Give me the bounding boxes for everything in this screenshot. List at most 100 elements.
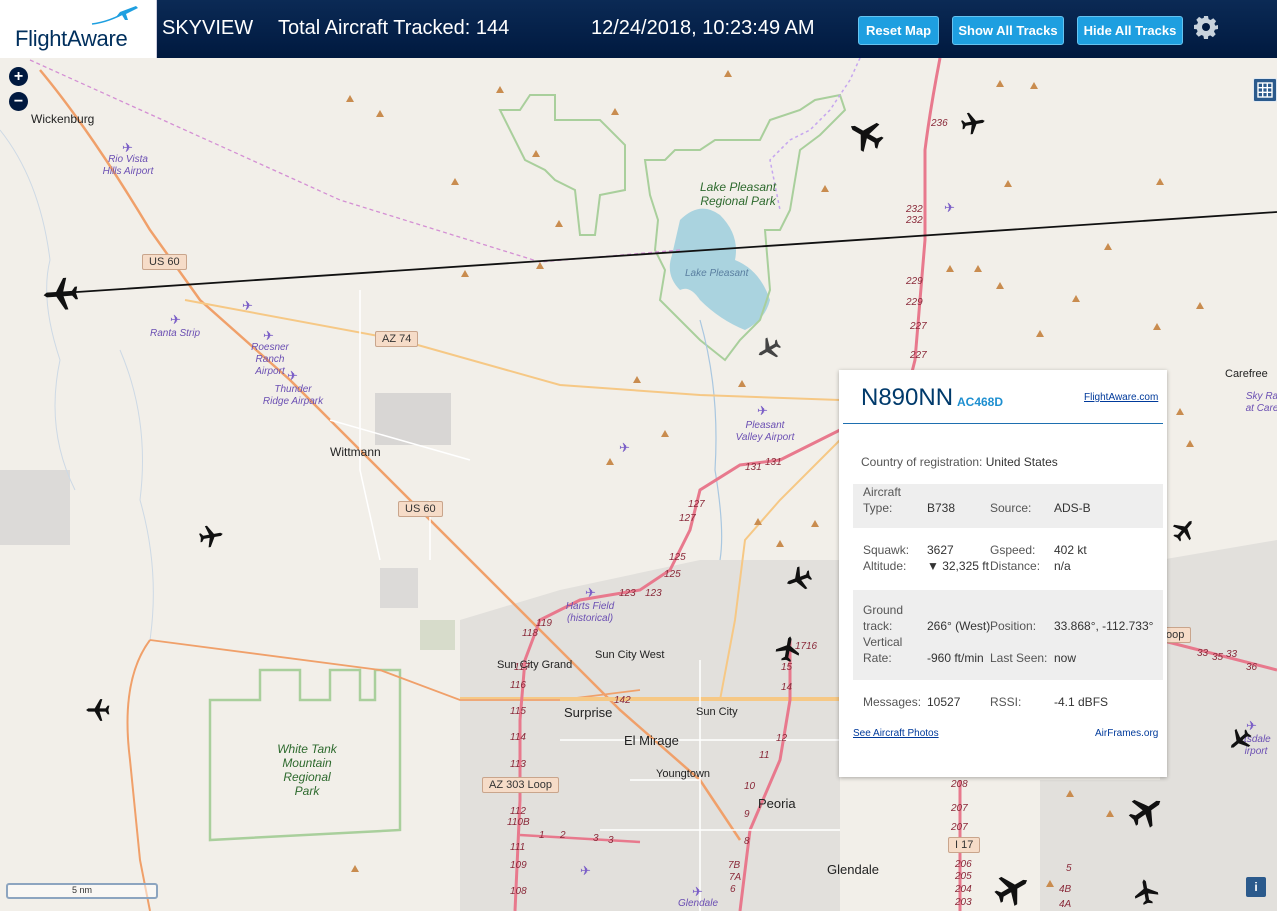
- exit-number: 112: [510, 806, 526, 817]
- exit-number: 4A: [1059, 899, 1072, 910]
- exit-number: 108: [510, 886, 527, 897]
- exit-number: 12: [776, 733, 788, 744]
- airport-icon: ✈: [122, 140, 133, 155]
- route-shield: AZ 303 Loop: [482, 777, 559, 793]
- logo-text: FlightAware: [15, 26, 128, 51]
- grid-icon[interactable]: [1253, 78, 1277, 102]
- aircraft-marker[interactable]: [1132, 878, 1160, 906]
- timestamp: 12/24/2018, 10:23:49 AM: [591, 17, 815, 39]
- route-shield: I 17: [948, 837, 981, 853]
- exit-number: 110B: [507, 817, 530, 828]
- gspeed-label: Gspeed:: [990, 543, 1036, 557]
- scale-bar: 5 nm: [6, 883, 158, 899]
- aircraft-marker-selected[interactable]: [42, 275, 80, 313]
- hide-all-tracks-button[interactable]: Hide All Tracks: [1077, 16, 1183, 45]
- exit-number: 15: [781, 662, 793, 673]
- place-label: Wickenburg: [31, 112, 95, 126]
- zoom-out-button[interactable]: −: [9, 92, 28, 111]
- exit-number: 115: [510, 706, 526, 717]
- place-label: Sun City West: [595, 649, 665, 661]
- zoom-in-button[interactable]: +: [9, 67, 28, 86]
- exit-number: 114: [510, 732, 526, 743]
- rssi-label: RSSI:: [990, 695, 1022, 709]
- airport-label: Pleasant Valley Airport: [735, 420, 795, 443]
- aircraft-marker[interactable]: [85, 697, 111, 723]
- exit-number: 4B: [1059, 884, 1072, 895]
- aircraft-marker[interactable]: [198, 523, 224, 549]
- exit-number: 3: [608, 835, 614, 846]
- exit-number: 116: [510, 680, 526, 691]
- airport-label: Rio Vista Hills Airport: [102, 154, 154, 177]
- divider: [843, 423, 1163, 424]
- airport-icon: ✈: [287, 368, 298, 383]
- aircraft-marker[interactable]: [1127, 792, 1165, 830]
- exit-number: 125: [669, 552, 686, 563]
- logo[interactable]: FlightAware: [0, 0, 157, 58]
- place-label: Surprise: [564, 705, 613, 720]
- exit-number: 10: [744, 781, 756, 792]
- gear-icon[interactable]: [1194, 15, 1218, 39]
- messages-value: 10527: [927, 695, 961, 709]
- last-seen-value: now: [1054, 651, 1077, 665]
- aircraft-marker[interactable]: [756, 336, 782, 362]
- exit-number: 7A: [729, 872, 742, 883]
- airport-label: Sky Ra at Care: [1245, 391, 1277, 414]
- exit-number: 131: [765, 457, 782, 468]
- exit-number: 232: [906, 215, 923, 226]
- altitude-value: ▼ 32,325 ft: [927, 559, 989, 573]
- exit-number: 11: [759, 750, 770, 761]
- exit-number: 6: [730, 884, 736, 895]
- airport-icon: ✈: [585, 585, 596, 600]
- airport-icon: ✈: [580, 863, 591, 878]
- exit-number: 1: [539, 830, 545, 841]
- popup-row: Messages: 10527 RSSI: -4.1 dBFS: [853, 694, 1163, 714]
- squawk-value: 3627: [927, 543, 954, 557]
- rssi-value: -4.1 dBFS: [1054, 695, 1109, 709]
- popup-row: Aircraft Type: B738 Source: ADS-B: [853, 484, 1163, 528]
- exit-number: 125: [664, 569, 681, 580]
- aircraft-info-popup: N890NN AC468D FlightAware.com Country of…: [839, 370, 1167, 777]
- app-title: SKYVIEW: [162, 17, 254, 39]
- exit-number: 204: [955, 884, 972, 895]
- aircraft-marker[interactable]: [1171, 517, 1197, 543]
- aircraft-hex: AC468D: [957, 395, 1004, 409]
- aircraft-marker[interactable]: [847, 116, 885, 154]
- place-label: Youngtown: [656, 768, 711, 780]
- airport-label: Roesner Ranch Airport: [251, 342, 289, 377]
- source-label: Source:: [990, 501, 1032, 515]
- exit-number: 227: [910, 350, 927, 361]
- info-icon[interactable]: i: [1246, 877, 1266, 897]
- flightaware-link[interactable]: FlightAware.com: [1084, 392, 1158, 403]
- aircraft-marker[interactable]: [785, 565, 813, 593]
- distance-value: n/a: [1054, 559, 1071, 573]
- exit-number: 33: [1226, 649, 1238, 660]
- exit-number: 206: [955, 859, 972, 870]
- airport-icon: ✈: [242, 298, 253, 313]
- position-value: 33.868°, -112.733°: [1054, 619, 1154, 633]
- exit-number: 119: [536, 618, 552, 629]
- exit-number: 2: [560, 830, 566, 841]
- airport-label: Thunder Ridge Airpark: [262, 384, 324, 407]
- exit-number: 36: [1246, 662, 1258, 673]
- aircraft-photos-link[interactable]: See Aircraft Photos: [853, 728, 939, 739]
- exit-number: 127: [688, 499, 705, 510]
- place-label: Sun City: [696, 706, 738, 718]
- exit-number: 123: [645, 588, 662, 599]
- aircraft-marker[interactable]: [993, 870, 1031, 908]
- aircraft-marker[interactable]: [1227, 727, 1253, 753]
- place-label: Sun City Grand: [497, 659, 573, 671]
- exit-number: 123: [619, 588, 636, 599]
- altitude-label: Altitude:: [863, 559, 907, 573]
- aircraft-marker[interactable]: [774, 635, 802, 663]
- airframes-link[interactable]: AirFrames.org: [1095, 728, 1158, 739]
- place-label: Peoria: [758, 796, 796, 811]
- aircraft-marker[interactable]: [960, 110, 986, 136]
- show-all-tracks-button[interactable]: Show All Tracks: [952, 16, 1064, 45]
- country-label: Country of registration:: [861, 455, 983, 469]
- reset-map-button[interactable]: Reset Map: [858, 16, 939, 45]
- exit-number: 207: [951, 822, 968, 833]
- exit-number: 232: [906, 204, 923, 215]
- aircraft-type-label: Aircraft Type:: [863, 485, 902, 515]
- exit-number: 7B: [728, 860, 741, 871]
- header-bar: FlightAware SKYVIEW Total Aircraft Track…: [0, 0, 1277, 58]
